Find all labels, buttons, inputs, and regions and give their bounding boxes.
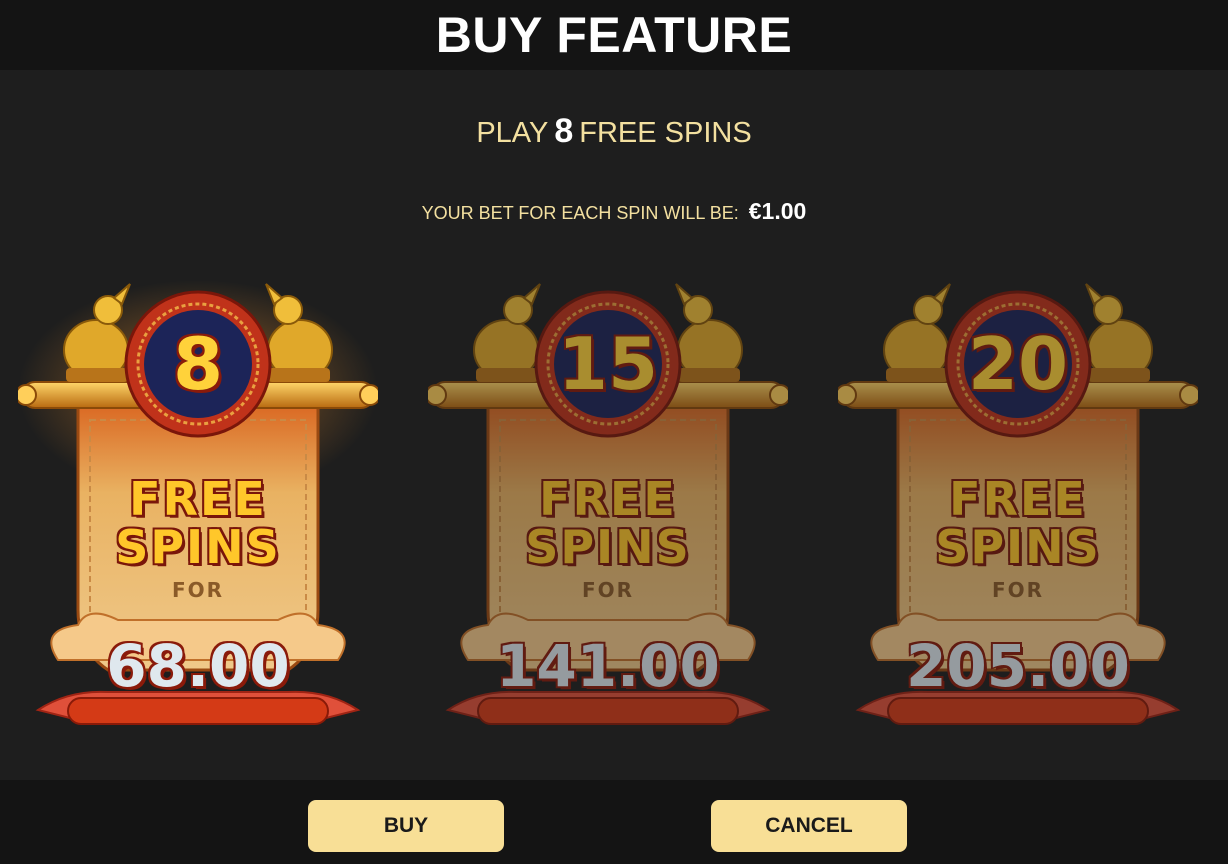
option-price: 205.00 [906, 632, 1130, 700]
feature-options: 8 FREE SPINS FOR 68.00 15 FREE SPINS FOR… [0, 280, 1228, 750]
summary-suffix: FREE SPINS [579, 117, 752, 149]
for-label: FOR [581, 578, 635, 602]
summary-spins-count: 8 [554, 112, 574, 150]
option-15-spins[interactable]: 15 FREE SPINS FOR 141.00 [428, 280, 788, 740]
header-bar: BUY FEATURE [0, 0, 1228, 70]
option-8-spins[interactable]: 8 FREE SPINS FOR 68.00 [18, 280, 378, 740]
free-label: FREE [539, 472, 677, 526]
buy-button[interactable]: BUY [308, 800, 504, 852]
option-spins-count: 20 [967, 322, 1069, 406]
page-title: BUY FEATURE [435, 7, 793, 63]
spins-label: SPINS [115, 520, 281, 574]
spins-label: SPINS [525, 520, 691, 574]
spins-label: SPINS [935, 520, 1101, 574]
for-label: FOR [171, 578, 225, 602]
bet-label: YOUR BET FOR EACH SPIN WILL BE: [421, 203, 739, 223]
summary-prefix: PLAY [476, 117, 549, 149]
spins-summary: PLAY 8 FREE SPINS [0, 112, 1228, 151]
option-spins-count: 8 [172, 322, 224, 406]
option-price: 68.00 [106, 632, 290, 700]
bet-amount: €1.00 [748, 198, 807, 224]
free-label: FREE [129, 472, 267, 526]
footer-bar: BUY CANCEL [0, 780, 1228, 864]
option-spins-count: 15 [557, 322, 659, 406]
cancel-button[interactable]: CANCEL [711, 800, 907, 852]
for-label: FOR [991, 578, 1045, 602]
option-price: 141.00 [496, 632, 720, 700]
option-20-spins[interactable]: 20 FREE SPINS FOR 205.00 [838, 280, 1198, 740]
bet-info: YOUR BET FOR EACH SPIN WILL BE: €1.00 [0, 198, 1228, 225]
free-label: FREE [949, 472, 1087, 526]
